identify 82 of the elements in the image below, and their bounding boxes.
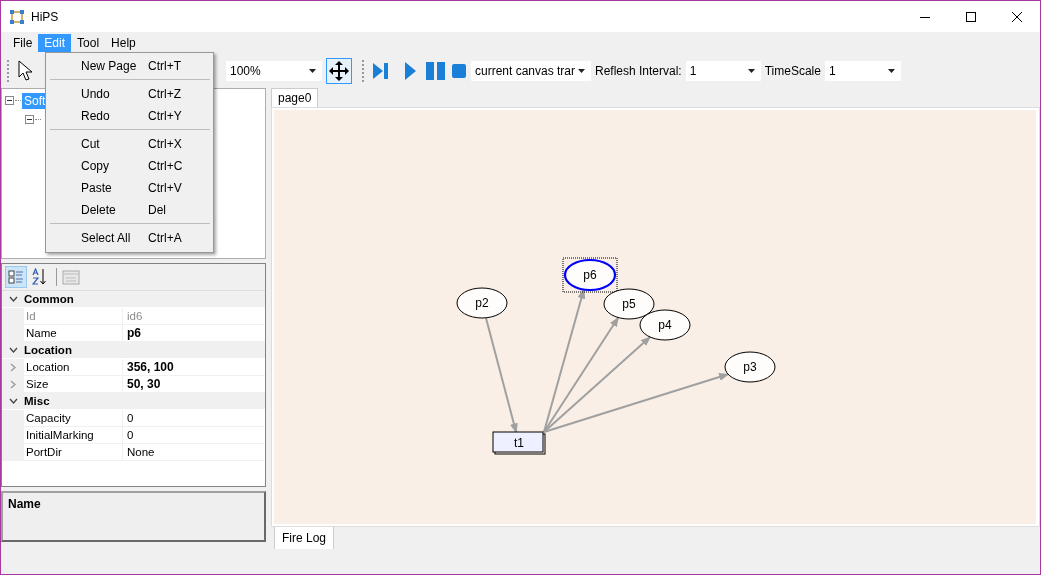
property-name: Location [24,359,123,375]
selection-box [562,257,618,293]
document-tab[interactable]: page0 [271,88,319,107]
property-row[interactable]: Capacity 0 [2,410,265,427]
stop-icon[interactable] [451,63,467,79]
pause-icon[interactable] [425,61,447,81]
property-row[interactable]: Size 50, 30 [2,376,265,393]
menu-entry[interactable]: Select All Ctrl+A [46,227,213,249]
place-node[interactable] [639,309,691,341]
menu-entry[interactable]: Undo Ctrl+Z [46,83,213,105]
category-row[interactable]: Misc [2,393,265,410]
property-name: InitialMarking [24,427,123,443]
timescale-label: TimeScale [764,64,821,78]
menu-entry[interactable]: New Page Ctrl+T [46,55,213,77]
combo-box[interactable]: 1 [824,61,901,81]
collapse-box-icon[interactable] [25,115,34,124]
category-label: Common [24,293,74,305]
place-node[interactable] [603,288,655,320]
place-node[interactable] [724,351,776,383]
property-name: Name [24,325,123,341]
description-title: Name [8,497,41,511]
chevron-down-icon[interactable] [8,398,18,404]
property-row[interactable]: PortDir None [2,444,265,461]
property-name: Capacity [24,410,123,426]
menu-item[interactable]: File [7,34,39,52]
menu-entry[interactable]: Paste Ctrl+V [46,177,213,199]
node-label: t1 [514,436,524,450]
category-label: Misc [24,395,50,407]
maximize-icon[interactable] [966,11,976,22]
move-tool-button[interactable] [326,58,352,84]
menu-entry[interactable]: Copy Ctrl+C [46,155,213,177]
property-name: PortDir [24,444,123,460]
step-icon[interactable] [371,61,391,81]
menu-entry[interactable]: Delete Del [46,199,213,221]
menu-entry[interactable]: Redo Ctrl+Y [46,105,213,127]
property-value[interactable]: 356, 100 [123,360,174,374]
category-row[interactable]: Common [2,291,265,308]
interval-label: Reflesh Interval: [595,64,682,78]
property-name: Size [24,376,123,392]
property-pages-icon [62,269,80,285]
document-tab[interactable]: Fire Log [274,527,335,549]
property-row[interactable]: Location 356, 100 [2,359,265,376]
node-label: p4 [658,318,672,332]
place-node[interactable] [563,258,617,292]
dropdown-arrow-icon [309,69,316,73]
transition-node[interactable] [492,431,546,455]
property-value[interactable]: 0 [123,429,134,441]
property-value[interactable]: 50, 30 [123,377,161,391]
edit-menu[interactable]: New Page Ctrl+T Undo Ctrl+Z Redo Ctrl+Y Cut Ctrl+X Copy Ctrl+C Paste Ctrl+V Delete Del Select All Ctrl+A [45,52,214,253]
property-row[interactable]: Name p6 [2,325,265,342]
node-label: p5 [622,297,636,311]
menu-item[interactable]: Help [105,34,142,52]
collapse-box-icon[interactable] [5,96,14,105]
property-value[interactable]: p6 [123,326,141,340]
property-value[interactable]: 0 [123,412,134,424]
dropdown-arrow-icon [578,69,585,73]
sort-az-icon [32,268,48,286]
combo-box[interactable]: 100% [226,61,322,81]
close-icon[interactable] [1012,11,1022,22]
combo-box[interactable]: current canvas trar [471,61,591,81]
property-row[interactable]: InitialMarking 0 [2,427,265,444]
menu-entry[interactable]: Cut Ctrl+X [46,133,213,155]
place-node[interactable] [456,287,508,319]
app-logo-icon [9,8,25,25]
move-arrows-icon [328,60,350,82]
category-label: Location [24,344,72,356]
dropdown-arrow-icon [887,69,895,73]
property-value[interactable]: None [123,446,155,458]
chevron-down-icon[interactable] [8,296,18,302]
diagram-canvas[interactable]: p6 p2 p5 p4 p3 t1 [274,110,1036,524]
node-label: p6 [583,268,597,282]
menu-item[interactable]: Tool [71,34,106,52]
window-title: HiPS [31,9,60,24]
property-name: Id [24,308,123,324]
chevron-down-icon[interactable] [8,347,18,353]
combo-box[interactable]: 1 [685,61,761,81]
categorized-button[interactable] [5,266,27,288]
node-label: p2 [475,296,489,310]
category-row[interactable]: Location [2,342,265,359]
dropdown-arrow-icon [747,69,755,73]
node-label: p3 [743,360,757,374]
categorized-icon [8,269,24,285]
